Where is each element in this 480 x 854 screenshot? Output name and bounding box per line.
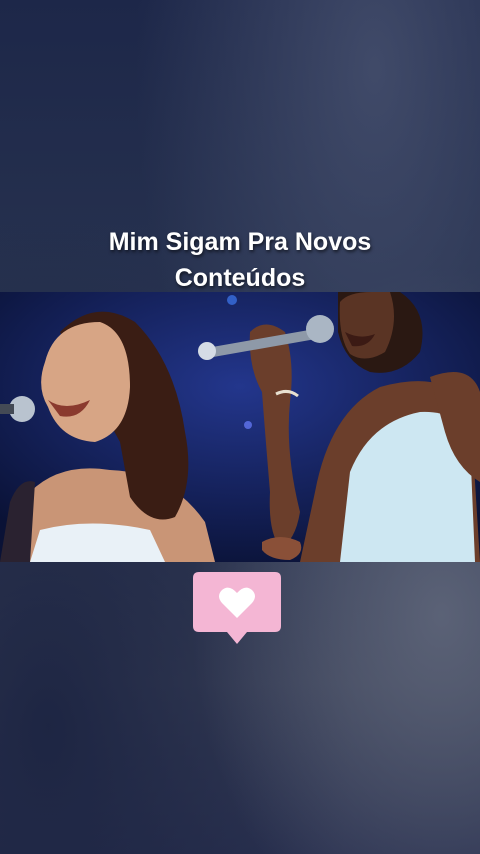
concert-scene (0, 292, 480, 562)
overlay-caption: Mim Sigam Pra Novos Conteúdos (0, 224, 480, 296)
stage-light (244, 421, 252, 429)
video-frame[interactable] (0, 292, 480, 562)
caption-line-1: Mim Sigam Pra Novos (108, 228, 372, 256)
like-badge[interactable] (193, 572, 281, 644)
video-post-screen: Mim Sigam Pra Novos Conteúdos (0, 0, 480, 854)
heart-icon (193, 572, 281, 644)
caption-line-2: Conteúdos (174, 264, 306, 292)
stage-light (227, 295, 237, 305)
